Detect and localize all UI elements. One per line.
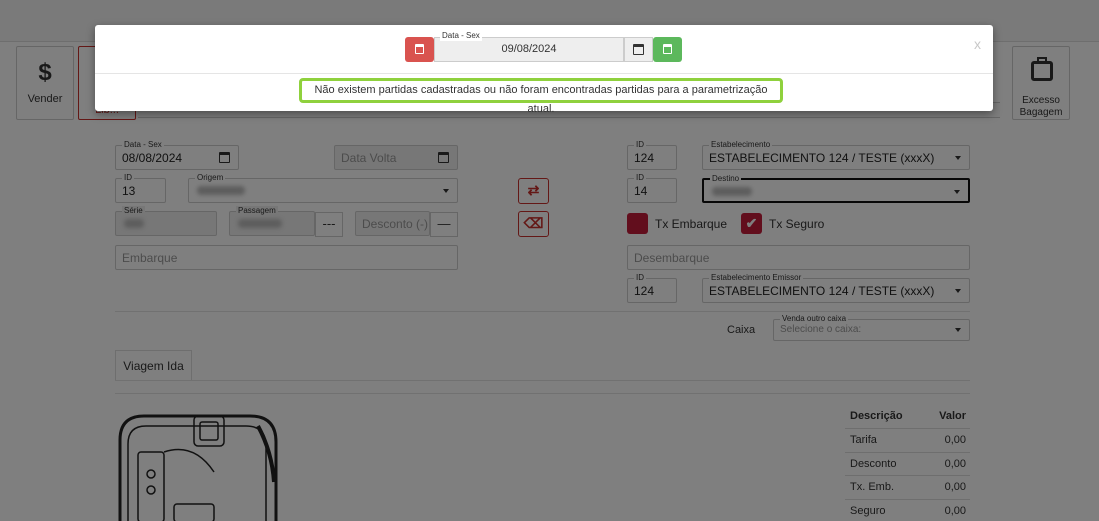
calendar-icon [633,44,644,55]
modal-date-legend: Data - Sex [440,31,482,41]
next-day-button[interactable] [653,37,682,62]
modal-calendar-button[interactable] [624,37,653,62]
modal-divider [95,73,993,74]
no-departures-message: Não existem partidas cadastradas ou não … [299,78,783,115]
modal-date-value: 09/08/2024 [501,43,557,55]
calendar-minus-icon [415,44,424,54]
calendar-plus-icon [663,44,672,54]
close-icon[interactable]: x [974,36,981,52]
previous-day-button[interactable] [405,37,434,62]
partidas-modal: Data - Sex 09/08/2024 x Não existem part… [95,25,993,115]
modal-date-field[interactable]: Data - Sex 09/08/2024 [434,31,624,62]
